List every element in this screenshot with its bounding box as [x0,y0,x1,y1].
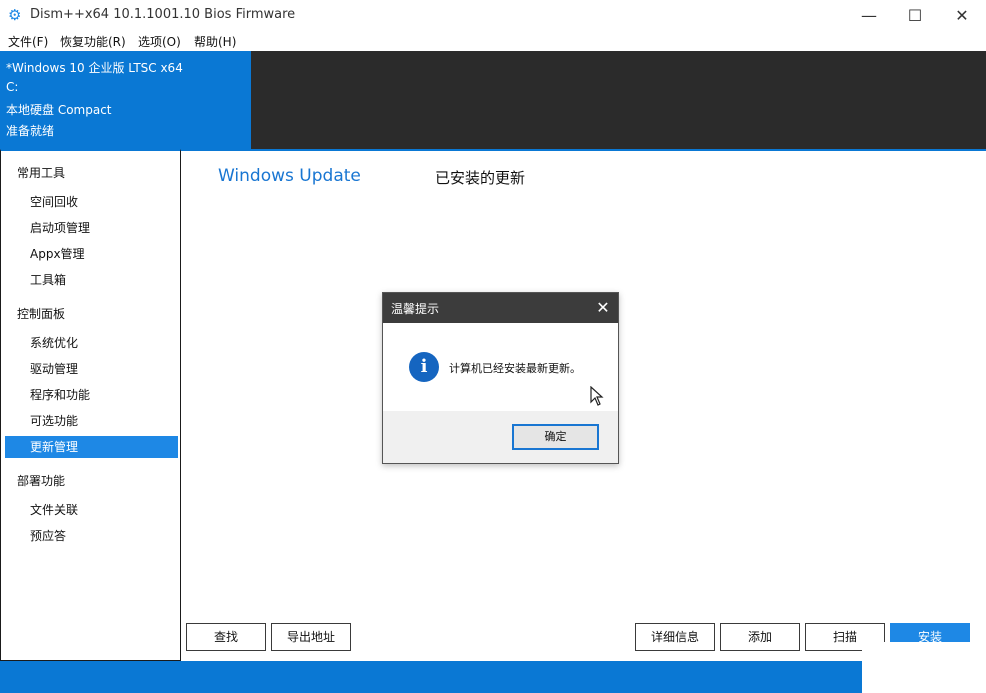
drive-letter: C: [6,80,19,94]
tab-windows-update[interactable]: Windows Update [218,166,361,186]
menu-file[interactable]: 文件(F) [8,33,48,50]
maximize-button[interactable]: ☐ [892,0,938,31]
status-bar [0,661,986,693]
sidebar-item-space-reclaim[interactable]: 空间回收 [5,191,178,213]
disk-type: 本地硬盘 Compact [6,103,112,117]
sidebar-item-programs[interactable]: 程序和功能 [5,384,178,406]
status-bar-overlay [862,642,986,693]
sidebar-item-drivers[interactable]: 驱动管理 [5,358,178,380]
ok-button[interactable]: 确定 [512,424,599,450]
window-title: Dism++x64 10.1.1001.10 Bios Firmware [30,7,296,22]
tab-installed-updates[interactable]: 已安装的更新 [435,167,525,188]
sidebar-item-updates[interactable]: 更新管理 [5,436,178,458]
find-button[interactable]: 查找 [186,623,266,651]
dialog-close-button[interactable]: ✕ [591,296,615,320]
os-name: *Windows 10 企业版 LTSC x64 [6,61,183,75]
export-address-button[interactable]: 导出地址 [271,623,351,651]
info-dialog: 温馨提示 ✕ i 计算机已经安装最新更新。 确定 [382,292,619,464]
section-control-panel: 控制面板 [17,307,66,321]
section-common-tools: 常用工具 [17,166,66,180]
add-button[interactable]: 添加 [720,623,800,651]
sidebar-item-optional-features[interactable]: 可选功能 [5,410,178,432]
mouse-cursor-icon [590,386,604,406]
sidebar-item-toolbox[interactable]: 工具箱 [5,269,178,291]
menu-restore[interactable]: 恢复功能(R) [60,33,126,50]
minimize-button[interactable]: — [846,0,892,31]
sidebar-item-unattend[interactable]: 预应答 [5,525,178,547]
sidebar-item-file-assoc[interactable]: 文件关联 [5,499,178,521]
status-text: 准备就绪 [6,124,55,138]
dialog-title-bar[interactable]: 温馨提示 ✕ [383,293,618,323]
dialog-message: 计算机已经安装最新更新。 [449,362,581,375]
info-icon: i [409,352,439,382]
close-button[interactable]: ✕ [939,0,985,31]
sidebar-item-appx[interactable]: Appx管理 [5,243,178,265]
session-list-panel [251,51,986,149]
sidebar-item-startup[interactable]: 启动项管理 [5,217,178,239]
menu-help[interactable]: 帮助(H) [194,33,236,50]
sidebar-item-system-optimize[interactable]: 系统优化 [5,332,178,354]
section-deployment: 部署功能 [17,474,66,488]
image-info-panel[interactable]: *Windows 10 企业版 LTSC x64 C: 本地硬盘 Compact… [0,51,251,149]
menu-options[interactable]: 选项(O) [138,33,181,50]
gear-icon: ⚙ [8,6,22,24]
dialog-title: 温馨提示 [391,302,440,316]
details-button[interactable]: 详细信息 [635,623,715,651]
